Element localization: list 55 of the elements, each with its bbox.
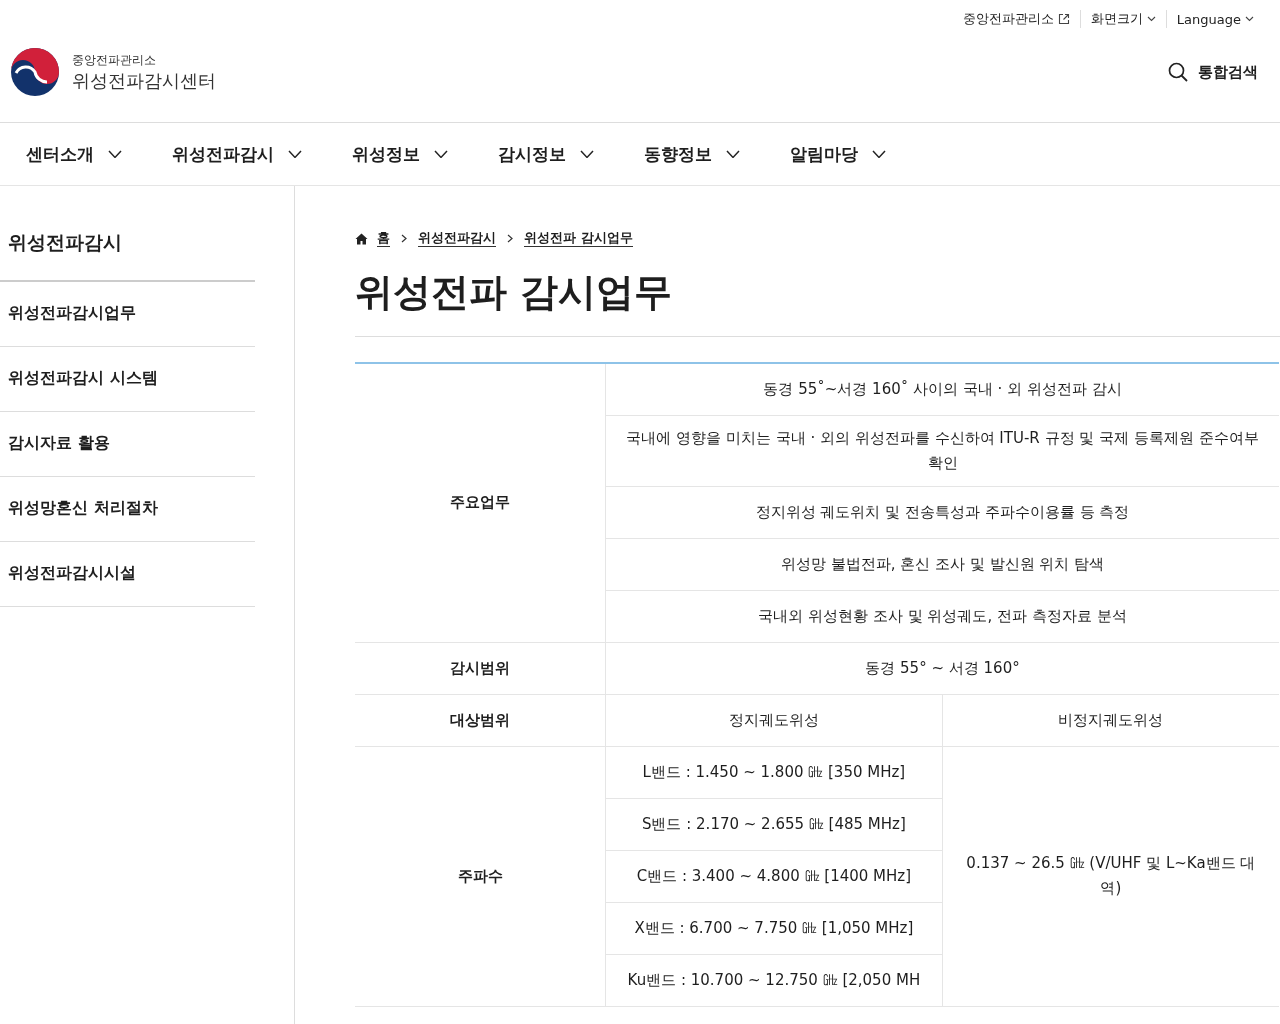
table-cell: 정지궤도위성 — [605, 694, 943, 746]
sidebar-title: 위성전파감시 — [0, 186, 255, 282]
nav-menu-item[interactable]: 위성정보 — [352, 142, 448, 166]
chevron-down-icon — [1245, 16, 1254, 22]
breadcrumb-link[interactable]: 위성전파 감시업무 — [524, 230, 633, 247]
nav-menu-item[interactable]: 감시정보 — [498, 142, 594, 166]
page-title: 위성전파 감시업무 — [355, 267, 1280, 337]
sidebar-item[interactable]: 위성전파감시시설 — [0, 542, 255, 607]
table-cell: 동경 55˚~서경 160˚ 사이의 국내 · 외 위성전파 감시 — [605, 363, 1279, 415]
chevron-right-icon — [401, 234, 407, 243]
table-cell: 국내외 위성현황 조사 및 위성궤도, 전파 측정자료 분석 — [605, 590, 1279, 642]
breadcrumb-link[interactable]: 홈 — [377, 230, 390, 247]
chevron-down-icon — [726, 150, 740, 158]
row-header: 주요업무 — [355, 363, 606, 642]
chevron-down-icon — [580, 150, 594, 158]
utility-link[interactable]: 화면크기 — [1079, 10, 1166, 28]
table-cell: 0.137 ~ 26.5 ㎓ (V/UHF 및 L~Ka밴드 대역) — [942, 746, 1279, 1006]
sidebar-item[interactable]: 위성전파감시업무 — [0, 282, 255, 347]
table-cell: 정지위성 궤도위치 및 전송특성과 주파수이용률 등 측정 — [605, 486, 1279, 538]
table-cell: X밴드 : 6.700 ~ 7.750 ㎓ [1,050 MHz] — [605, 902, 943, 954]
sidebar-item[interactable]: 감시자료 활용 — [0, 412, 255, 477]
chevron-down-icon — [434, 150, 448, 158]
search-icon — [1168, 62, 1188, 82]
utility-link[interactable]: Language — [1165, 10, 1264, 28]
row-header: 감시범위 — [355, 642, 606, 694]
site-logo[interactable]: 중앙전파관리소 위성전파감시센터 — [10, 47, 216, 97]
table-cell: S밴드 : 2.170 ~ 2.655 ㎓ [485 MHz] — [605, 798, 943, 850]
sidebar-item[interactable]: 위성망혼신 처리절차 — [0, 477, 255, 542]
nav-menu-item[interactable]: 위성전파감시 — [172, 142, 302, 166]
breadcrumb-link[interactable]: 위성전파감시 — [418, 230, 496, 247]
nav-menu-item[interactable]: 알림마당 — [790, 142, 886, 166]
nav-menu-item[interactable]: 동향정보 — [644, 142, 740, 166]
site-name: 위성전파감시센터 — [72, 68, 216, 93]
utility-link[interactable]: 중앙전파관리소 — [952, 10, 1080, 28]
org-name: 중앙전파관리소 — [72, 51, 157, 69]
table-cell: 위성망 불법전파, 혼신 조사 및 발신원 위치 탐색 — [605, 538, 1279, 590]
search-button[interactable]: 통합검색 — [1168, 62, 1258, 82]
chevron-down-icon — [1146, 16, 1156, 22]
table-cell: 국내에 영향을 미치는 국내 · 외의 위성전파를 수신하여 ITU-R 규정 및 국제 등록제원 준수여부 확인 — [605, 415, 1279, 486]
chevron-down-icon — [288, 150, 302, 158]
external-link-icon — [1057, 13, 1070, 25]
sidebar-item[interactable]: 위성전파감시 시스템 — [0, 347, 255, 412]
nav-menu-item[interactable]: 센터소개 — [26, 142, 122, 166]
chevron-right-icon — [507, 234, 513, 243]
row-header: 주파수 — [355, 746, 606, 1006]
table-cell: 비정지궤도위성 — [942, 694, 1279, 746]
table-cell: L밴드 : 1.450 ~ 1.800 ㎓ [350 MHz] — [605, 746, 943, 798]
table-cell: C밴드 : 3.400 ~ 4.800 ㎓ [1400 MHz] — [605, 850, 943, 902]
chevron-down-icon — [108, 150, 122, 158]
emblem-icon — [10, 47, 60, 97]
table-cell: Ku밴드 : 10.700 ~ 12.750 ㎓ [2,050 MH — [605, 954, 943, 1006]
row-header: 대상범위 — [355, 694, 606, 746]
table-cell: 동경 55° ~ 서경 160° — [605, 642, 1279, 694]
home-icon — [355, 232, 368, 245]
chevron-down-icon — [872, 150, 886, 158]
